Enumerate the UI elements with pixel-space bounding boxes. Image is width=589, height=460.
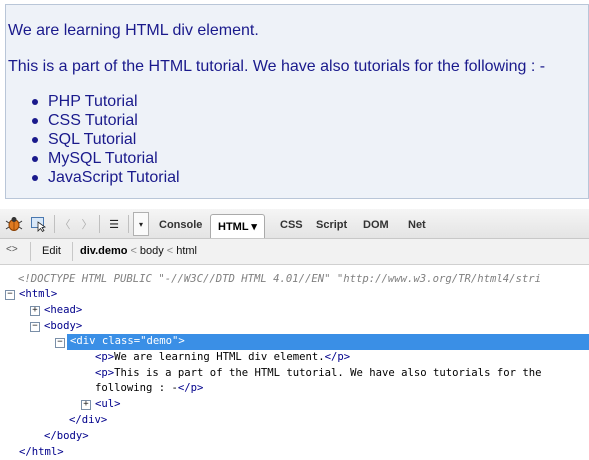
collapse-icon[interactable]: − [5,290,15,300]
page-preview: We are learning HTML div element. This i… [5,4,589,199]
edit-button[interactable]: Edit [42,245,61,257]
tab-net[interactable]: Net [401,214,433,236]
code-toggle-icon[interactable]: <> [6,244,18,255]
back-arrow-icon[interactable]: 〈 [58,214,72,234]
expand-icon[interactable]: + [81,400,91,410]
breadcrumb-item-html[interactable]: html [176,245,197,257]
node-head[interactable]: <head> [44,303,82,318]
preview-tutorial-list: PHP Tutorial CSS Tutorial SQL Tutorial M… [28,92,180,187]
tab-console[interactable]: Console [152,214,209,236]
node-body-close: </body> [44,430,89,442]
toolbar-divider [54,215,55,233]
toolbar-divider [99,215,100,233]
p1-text: We are learning HTML div element. [114,351,325,363]
selected-node-highlight[interactable]: <div class="demo"> [67,334,589,350]
firebug-toolbar: 〈 〉 ☰ ▾ Console HTML ▾ CSS Script DOM Ne… [0,209,589,239]
list-item: PHP Tutorial [28,92,180,111]
breadcrumb-item-body[interactable]: body [140,245,164,257]
collapse-icon[interactable]: − [55,338,65,348]
preview-paragraph-2: This is a part of the HTML tutorial. We … [8,58,546,75]
list-item: JavaScript Tutorial [28,168,180,187]
list-item: CSS Tutorial [28,111,180,130]
collapse-icon[interactable]: − [30,322,40,332]
forward-arrow-icon[interactable]: 〉 [80,214,94,234]
node-body[interactable]: <body> [44,319,82,334]
breadcrumb-divider [72,242,73,261]
list-item: SQL Tutorial [28,130,180,149]
node-ul[interactable]: <ul> [95,397,121,412]
p2-text: This is a part of the HTML tutorial. We … [114,367,542,379]
p-open-tag: <p> [95,367,115,379]
breadcrumb-bar: <> Edit div.demo < body < html [0,239,589,265]
p-close-tag: </p> [177,382,204,394]
node-p2[interactable]: <p>This is a part of the HTML tutorial. … [95,366,541,381]
inspect-icon[interactable] [28,214,50,234]
breadcrumb-item-div-demo[interactable]: div.demo [80,245,127,257]
tab-script[interactable]: Script [309,214,354,236]
node-div-close: </div> [69,414,108,426]
breadcrumb-separator: < [130,245,137,257]
p-close-tag: </p> [324,351,351,363]
breadcrumb-separator: < [166,245,174,257]
firebug-bug-icon[interactable] [4,214,24,234]
node-p1[interactable]: <p>We are learning HTML div element.</p> [95,350,350,365]
node-div-demo[interactable]: <div class="demo"> [70,334,185,349]
menu-icon[interactable]: ☰ [104,214,124,234]
p2-text-cont: following : - [95,382,178,394]
expand-icon[interactable]: + [30,306,40,316]
doctype-line: <!DOCTYPE HTML PUBLIC "-//W3C//DTD HTML … [18,273,541,285]
tab-dom[interactable]: DOM [356,214,396,236]
dropdown-arrow-icon[interactable]: ▾ [133,212,149,236]
node-p2-continued: following : -</p> [95,381,203,396]
html-tree-panel: <div class="demo"> <!DOCTYPE HTML PUBLIC… [0,266,589,460]
preview-paragraph-1: We are learning HTML div element. [8,22,259,39]
node-html[interactable]: <html> [19,287,57,302]
tab-css[interactable]: CSS [273,214,310,236]
p-open-tag: <p> [95,351,115,363]
breadcrumb: div.demo < body < html [80,245,197,257]
node-html-close: </html> [19,446,64,458]
list-item: MySQL Tutorial [28,149,180,168]
breadcrumb-divider [30,242,31,261]
tab-html[interactable]: HTML ▾ [210,214,265,238]
toolbar-divider [128,215,129,233]
